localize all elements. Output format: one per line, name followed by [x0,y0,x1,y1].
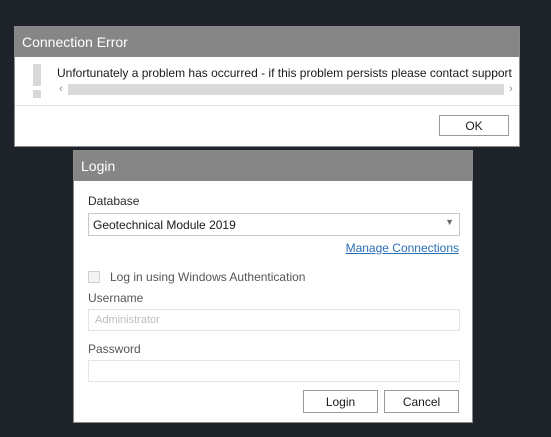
scroll-left-icon[interactable]: ‹ [55,82,67,96]
login-dialog-title: Login [74,151,472,181]
cancel-button[interactable]: Cancel [384,390,459,413]
windows-auth-label: Log in using Windows Authentication [110,270,306,284]
connection-error-dialog: Connection Error Unfortunately a problem… [14,26,520,147]
username-input[interactable] [88,309,460,331]
manage-connections-link[interactable]: Manage Connections [346,241,459,255]
database-select-value: Geotechnical Module 2019 [93,218,236,232]
chevron-down-icon[interactable]: ▼ [445,217,454,227]
error-dialog-title: Connection Error [15,27,519,57]
error-message: Unfortunately a problem has occurred - i… [57,66,512,80]
scroll-right-icon[interactable]: › [505,82,517,96]
username-label: Username [88,291,144,305]
exclamation-icon [33,64,41,98]
password-input[interactable] [88,360,460,382]
horizontal-scrollbar[interactable]: ‹ › [55,82,517,96]
password-label: Password [88,342,141,356]
divider [15,105,519,106]
windows-auth-checkbox[interactable] [88,271,100,283]
database-select[interactable]: Geotechnical Module 2019 ▼ [88,213,460,236]
ok-button[interactable]: OK [439,115,509,136]
login-button[interactable]: Login [303,390,378,413]
database-label: Database [88,194,140,208]
scrollbar-thumb[interactable] [68,84,504,95]
login-dialog: Login Database Geotechnical Module 2019 … [73,150,473,423]
